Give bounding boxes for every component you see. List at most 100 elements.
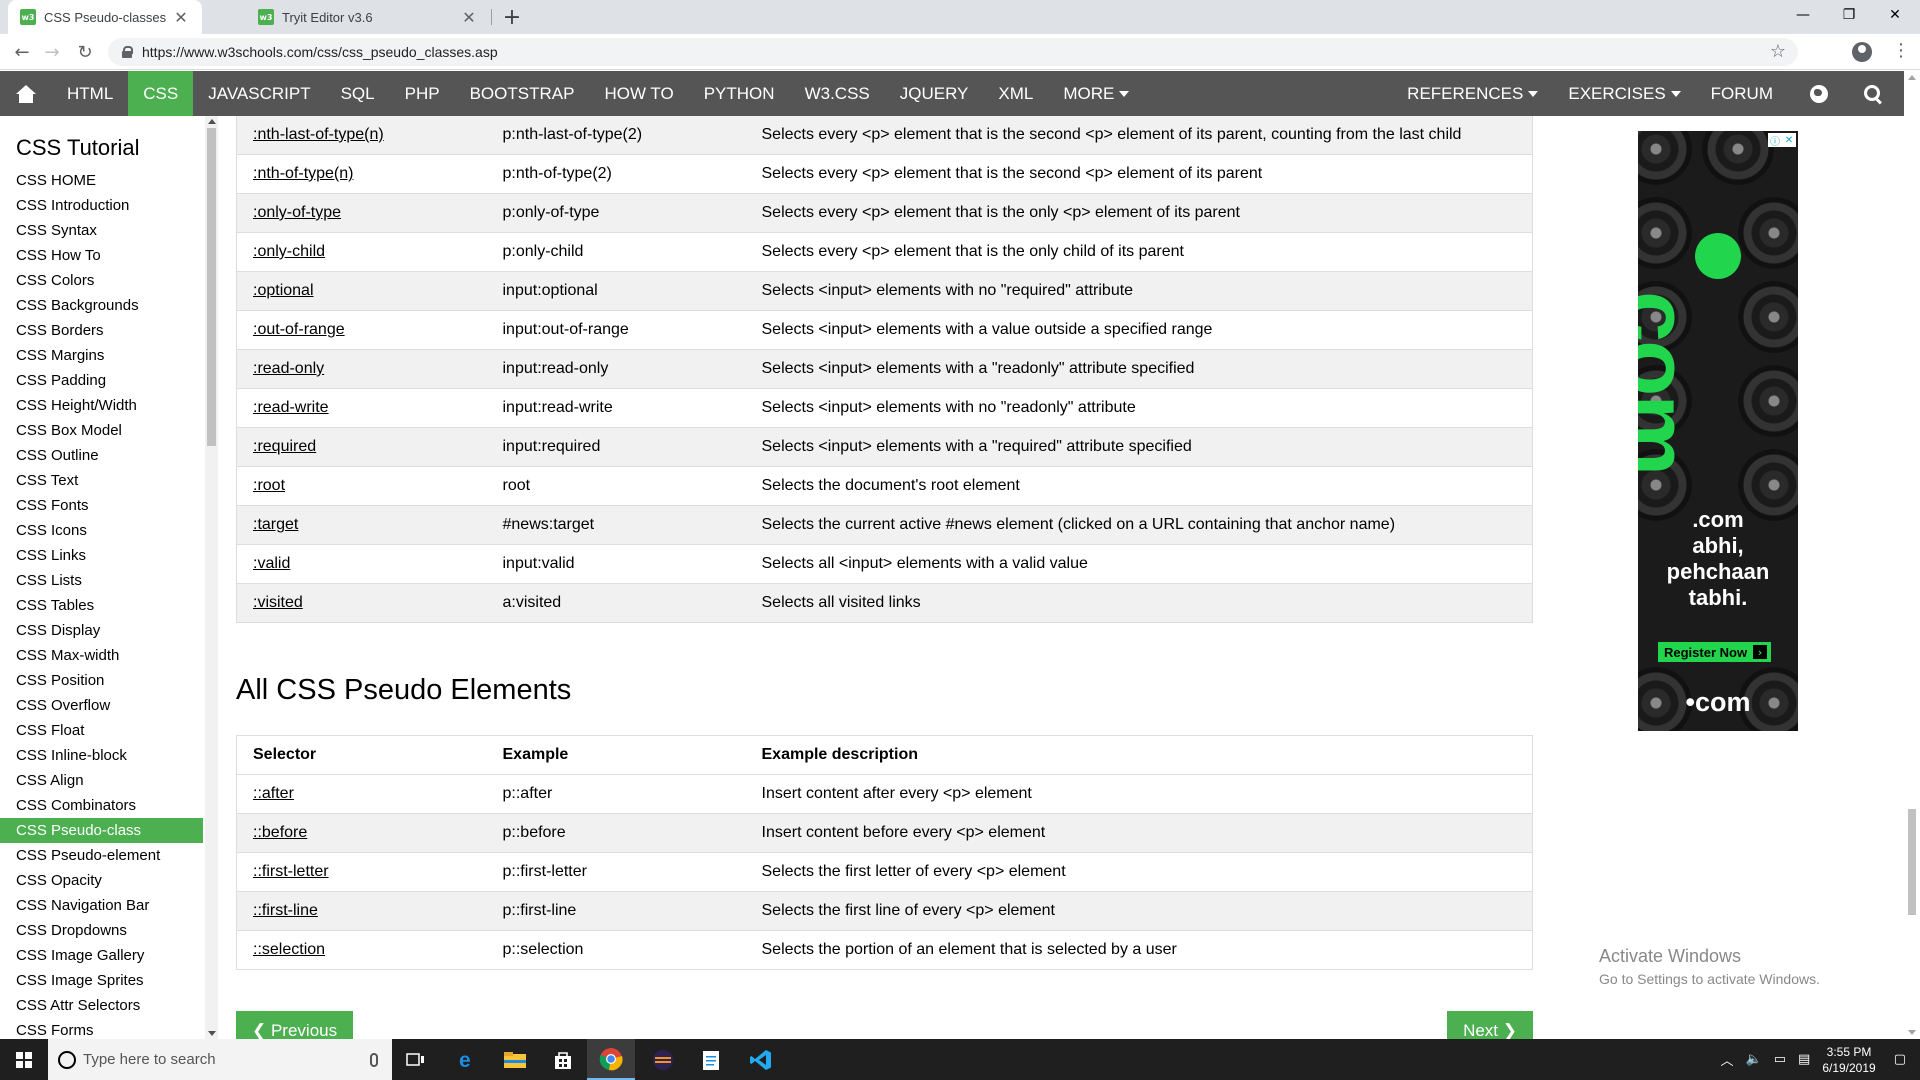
- sidebar-item[interactable]: CSS Navigation Bar: [0, 893, 203, 918]
- selector-link[interactable]: ::first-letter: [253, 863, 329, 880]
- ad-info-icon[interactable]: ⓘ: [1768, 133, 1782, 148]
- search-button[interactable]: [1850, 71, 1904, 116]
- sidebar-item[interactable]: CSS HOME: [0, 168, 203, 193]
- sidebar-item[interactable]: CSS Dropdowns: [0, 918, 203, 943]
- browser-tab-active[interactable]: w3 CSS Pseudo-classes ✕: [8, 0, 202, 34]
- forward-icon[interactable]: →: [40, 40, 64, 64]
- sidebar-item[interactable]: CSS Padding: [0, 368, 203, 393]
- sidebar-item[interactable]: CSS Position: [0, 668, 203, 693]
- selector-link[interactable]: :root: [253, 477, 285, 494]
- previous-button[interactable]: ❮ Previous: [236, 1011, 354, 1039]
- store-icon[interactable]: [539, 1039, 587, 1080]
- sidebar-item[interactable]: CSS Align: [0, 768, 203, 793]
- nav-sql[interactable]: SQL: [326, 71, 390, 116]
- menu-kebab-icon[interactable]: ⋮: [1892, 40, 1910, 61]
- sidebar-item[interactable]: CSS Inline-block: [0, 743, 203, 768]
- sidebar-item[interactable]: CSS Forms: [0, 1018, 203, 1039]
- profile-avatar-icon[interactable]: [1852, 42, 1872, 62]
- sidebar-item[interactable]: CSS Tables: [0, 593, 203, 618]
- sidebar-item[interactable]: CSS Image Gallery: [0, 943, 203, 968]
- selector-link[interactable]: :nth-last-of-type(n): [253, 126, 384, 143]
- minimize-button[interactable]: —: [1780, 0, 1826, 30]
- file-explorer-icon[interactable]: [491, 1039, 539, 1080]
- nav-bootstrap[interactable]: BOOTSTRAP: [455, 71, 590, 116]
- advertisement-banner[interactable]: com .com abhi, pehchaan tabhi. Register …: [1638, 131, 1798, 731]
- maximize-button[interactable]: ❐: [1826, 0, 1872, 30]
- sidebar-item[interactable]: CSS Syntax: [0, 218, 203, 243]
- selector-link[interactable]: :only-of-type: [253, 204, 341, 221]
- chevron-up-icon[interactable]: ︿: [1721, 1050, 1734, 1069]
- nav-css[interactable]: CSS: [128, 71, 194, 116]
- nav-forum[interactable]: FORUM: [1696, 71, 1788, 116]
- selector-link[interactable]: :visited: [253, 594, 303, 611]
- ad-close-icon[interactable]: ✕: [1782, 133, 1796, 147]
- translate-button[interactable]: [1788, 71, 1850, 116]
- sidebar-item[interactable]: CSS Lists: [0, 568, 203, 593]
- nav-more[interactable]: MORE: [1048, 71, 1144, 116]
- nav-jquery[interactable]: JQUERY: [885, 71, 984, 116]
- scroll-down-icon[interactable]: [1908, 1030, 1916, 1035]
- clock[interactable]: 3:55 PM 6/19/2019: [1822, 1044, 1875, 1076]
- nav-php[interactable]: PHP: [390, 71, 455, 116]
- ad-choices[interactable]: ⓘ ✕: [1768, 133, 1796, 148]
- selector-link[interactable]: :only-child: [253, 243, 325, 260]
- sidebar-item[interactable]: CSS Borders: [0, 318, 203, 343]
- sidebar-item[interactable]: CSS Links: [0, 543, 203, 568]
- sidebar-item[interactable]: CSS Introduction: [0, 193, 203, 218]
- browser-tab[interactable]: w3 Tryit Editor v3.6 ✕: [246, 0, 490, 34]
- home-button[interactable]: [0, 71, 52, 116]
- sidebar-item[interactable]: CSS Image Sprites: [0, 968, 203, 993]
- nav-how-to[interactable]: HOW TO: [589, 71, 688, 116]
- selector-link[interactable]: ::before: [253, 824, 307, 841]
- network-icon[interactable]: ▭: [1774, 1052, 1786, 1067]
- back-icon[interactable]: ←: [10, 40, 34, 64]
- selector-link[interactable]: :optional: [253, 282, 314, 299]
- scroll-up-icon[interactable]: [1908, 75, 1916, 80]
- close-tab-icon[interactable]: ✕: [172, 8, 190, 27]
- nav-exercises[interactable]: EXERCISES: [1553, 71, 1695, 116]
- selector-link[interactable]: :read-only: [253, 360, 324, 377]
- selector-link[interactable]: ::after: [253, 785, 294, 802]
- taskbar-search[interactable]: Type here to search: [48, 1039, 392, 1080]
- nav-python[interactable]: PYTHON: [689, 71, 790, 116]
- sidebar-item[interactable]: CSS Outline: [0, 443, 203, 468]
- nav-xml[interactable]: XML: [983, 71, 1048, 116]
- selector-link[interactable]: ::first-line: [253, 902, 318, 919]
- address-bar[interactable]: https://www.w3schools.com/css/css_pseudo…: [108, 38, 1798, 66]
- selector-link[interactable]: :required: [253, 438, 316, 455]
- sidebar-scroll-thumb[interactable]: [207, 128, 216, 446]
- microphone-icon[interactable]: [370, 1052, 378, 1067]
- close-window-button[interactable]: ✕: [1872, 0, 1918, 30]
- close-tab-icon[interactable]: ✕: [460, 8, 478, 27]
- sidebar-item[interactable]: CSS Max-width: [0, 643, 203, 668]
- selector-link[interactable]: :nth-of-type(n): [253, 165, 353, 182]
- sidebar-item[interactable]: CSS How To: [0, 243, 203, 268]
- eclipse-icon[interactable]: [639, 1039, 687, 1080]
- nav-html[interactable]: HTML: [52, 71, 128, 116]
- selector-link[interactable]: :out-of-range: [253, 321, 345, 338]
- sidebar-item[interactable]: CSS Text: [0, 468, 203, 493]
- sidebar-item[interactable]: CSS Backgrounds: [0, 293, 203, 318]
- selector-link[interactable]: :target: [253, 516, 298, 533]
- sidebar-item[interactable]: CSS Icons: [0, 518, 203, 543]
- ad-register-button[interactable]: Register Now ›: [1658, 642, 1772, 662]
- sidebar-item[interactable]: CSS Attr Selectors: [0, 993, 203, 1018]
- sidebar-item[interactable]: CSS Pseudo-element: [0, 843, 203, 868]
- notepad-icon[interactable]: [687, 1039, 735, 1080]
- sidebar-item[interactable]: CSS Display: [0, 618, 203, 643]
- sidebar-item[interactable]: CSS Overflow: [0, 693, 203, 718]
- sidebar-item[interactable]: CSS Height/Width: [0, 393, 203, 418]
- reload-icon[interactable]: ↻: [73, 40, 97, 64]
- notifications-icon[interactable]: ▢: [1894, 1052, 1906, 1067]
- sidebar-scrollbar[interactable]: [205, 116, 218, 1039]
- scroll-down-icon[interactable]: [208, 1031, 216, 1036]
- edge-icon[interactable]: e: [443, 1039, 491, 1080]
- sidebar-item[interactable]: CSS Colors: [0, 268, 203, 293]
- task-view-icon[interactable]: [392, 1039, 440, 1080]
- selector-link[interactable]: ::selection: [253, 941, 325, 958]
- nav-references[interactable]: REFERENCES: [1392, 71, 1553, 116]
- nav-w3css[interactable]: W3.CSS: [790, 71, 885, 116]
- page-scroll-thumb[interactable]: [1908, 809, 1916, 915]
- sidebar-item[interactable]: CSS Float: [0, 718, 203, 743]
- sidebar-item[interactable]: CSS Pseudo-class: [0, 818, 203, 843]
